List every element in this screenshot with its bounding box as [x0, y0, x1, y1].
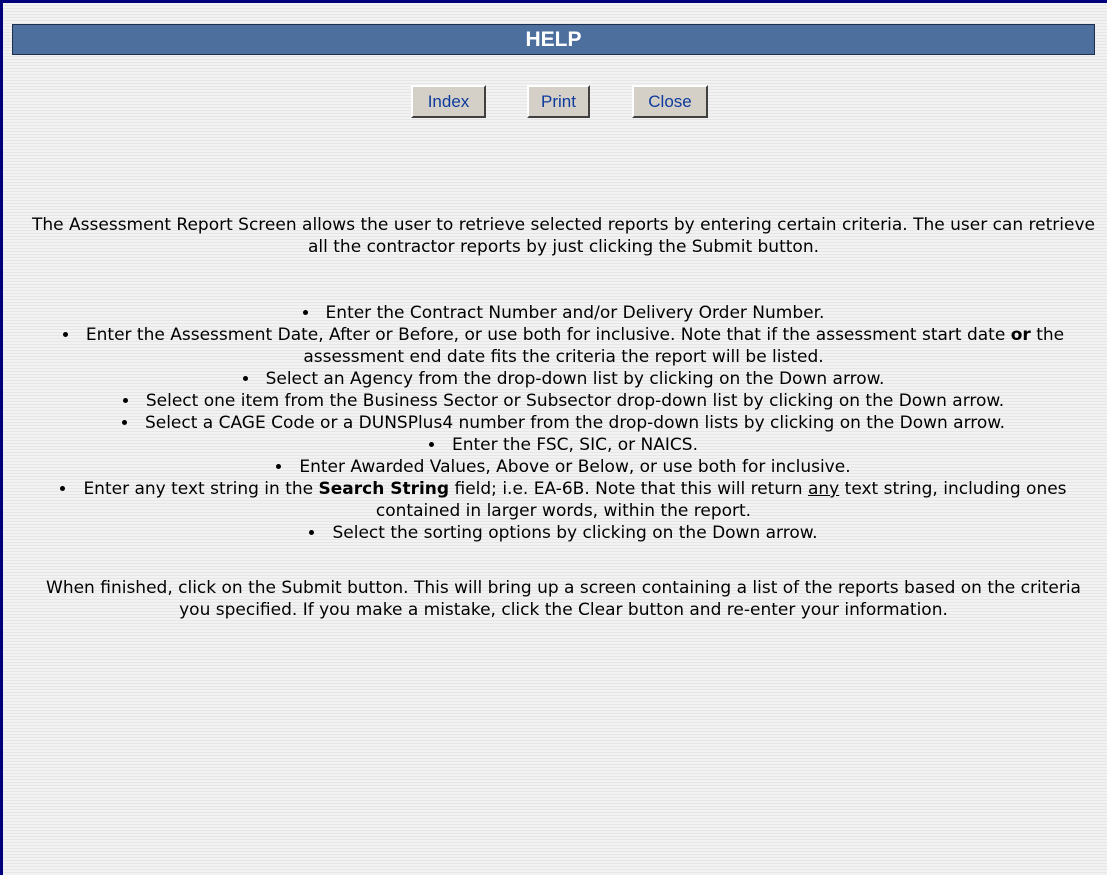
help-title-bar: HELP — [12, 24, 1095, 55]
list-item-sector: Select one item from the Business Sector… — [30, 390, 1097, 412]
list-item-fsc: Enter the FSC, SIC, or NAICS. — [30, 434, 1097, 456]
step-search-text-a: Enter any text string in the — [83, 479, 314, 499]
list-item-agency: Select an Agency from the drop-down list… — [30, 368, 1097, 390]
step-search-bold: Search String — [318, 479, 450, 499]
step-contract-text: Enter the Contract Number and/or Deliver… — [325, 303, 825, 323]
step-assessment-text-a: Enter the Assessment Date, After or Befo… — [85, 325, 1006, 345]
print-button[interactable]: Print — [527, 85, 590, 118]
step-agency-text: Select an Agency from the drop-down list… — [265, 369, 885, 389]
list-item-sorting: Select the sorting options by clicking o… — [30, 522, 1097, 544]
step-cage-text: Select a CAGE Code or a DUNSPlus4 number… — [144, 413, 1006, 433]
list-item-contract: Enter the Contract Number and/or Deliver… — [30, 302, 1097, 324]
instruction-list: Enter the Contract Number and/or Deliver… — [30, 302, 1097, 544]
step-sector-text: Select one item from the Business Sector… — [145, 391, 1005, 411]
step-assessment-bold: or — [1010, 325, 1031, 345]
close-button[interactable]: Close — [632, 85, 708, 118]
index-button[interactable]: Index — [411, 85, 486, 118]
list-item-assessment: Enter the Assessment Date, After or Befo… — [30, 324, 1097, 368]
window-top-border — [0, 0, 1107, 3]
window-left-border — [0, 0, 3, 875]
help-content: The Assessment Report Screen allows the … — [30, 214, 1097, 621]
step-fsc-text: Enter the FSC, SIC, or NAICS. — [452, 435, 698, 455]
outro-paragraph: When finished, click on the Submit butto… — [46, 578, 1081, 620]
step-awarded-text: Enter Awarded Values, Above or Below, or… — [299, 457, 851, 477]
list-item-awarded: Enter Awarded Values, Above or Below, or… — [30, 456, 1097, 478]
help-toolbar: Index Print Close — [0, 85, 1107, 119]
intro-paragraph: The Assessment Report Screen allows the … — [32, 215, 1095, 257]
step-sorting-text: Select the sorting options by clicking o… — [332, 523, 818, 543]
list-item-cage: Select a CAGE Code or a DUNSPlus4 number… — [30, 412, 1097, 434]
list-item-search: Enter any text string in the Search Stri… — [30, 478, 1097, 522]
step-search-underline: any — [807, 479, 840, 499]
help-title: HELP — [525, 28, 582, 51]
step-search-text-b: field; i.e. EA-6B. Note that this will r… — [454, 479, 803, 499]
